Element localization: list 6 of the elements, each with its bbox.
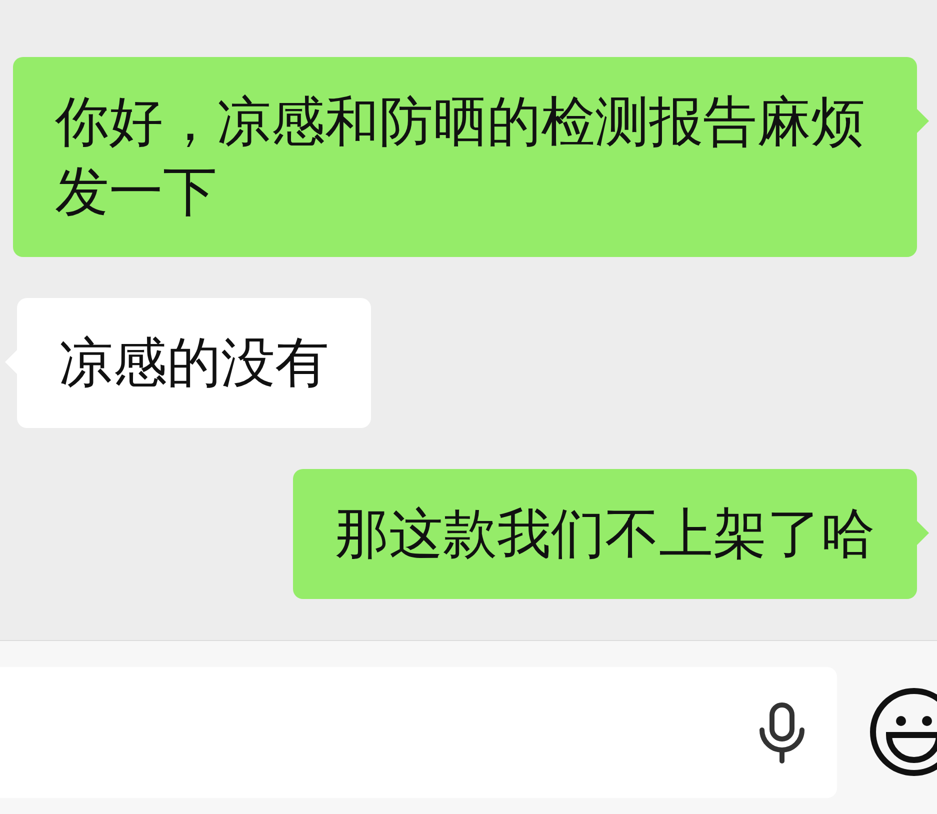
- emoji-icon[interactable]: [869, 687, 937, 777]
- microphone-icon[interactable]: [757, 702, 807, 764]
- message-input-field[interactable]: [0, 667, 837, 798]
- message-text: 那这款我们不上架了哈: [335, 502, 875, 565]
- message-text: 凉感的没有: [59, 331, 329, 394]
- message-text: 你好，凉感和防晒的检测报告麻烦发一下: [55, 90, 865, 223]
